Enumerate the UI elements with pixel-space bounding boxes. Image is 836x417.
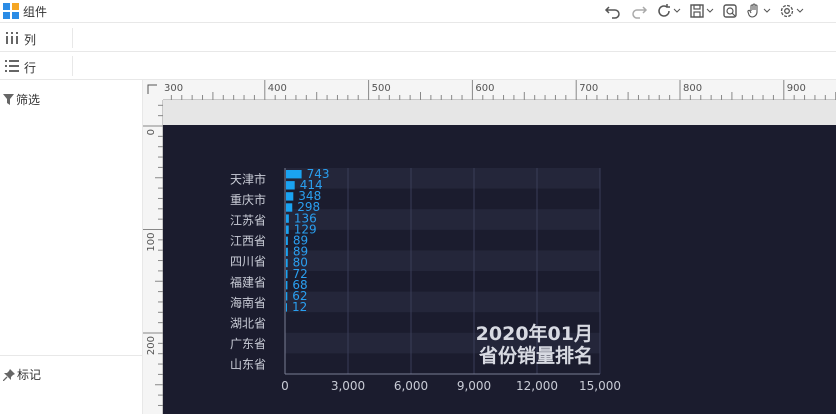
- settings-button[interactable]: [779, 1, 804, 21]
- horizontal-ruler: 300 400 500 600 700 800 900: [163, 80, 836, 100]
- x-tick-label: 0: [281, 379, 289, 393]
- settings-icon: [780, 4, 794, 18]
- category-label: 江苏省: [230, 214, 266, 228]
- x-tick-label: 9,000: [457, 379, 491, 393]
- x-tick-label: 12,000: [516, 379, 558, 393]
- h-ruler-label: 900: [787, 83, 806, 94]
- vertical-ruler: 0 100 200: [143, 100, 163, 414]
- row-band: [285, 209, 600, 230]
- filter-icon: [3, 94, 14, 105]
- category-label: 福建省: [230, 274, 266, 289]
- bar: [286, 214, 289, 223]
- preview-button[interactable]: [722, 1, 738, 21]
- bar: [286, 247, 288, 257]
- rows-icon: [5, 60, 19, 72]
- bar: [286, 192, 294, 201]
- category-label: 重庆市: [230, 192, 266, 207]
- bar: [286, 281, 288, 290]
- canvas-area: 300 400 500 600 700 800 900 0 100 200 0 3,000 6,00…: [143, 80, 836, 414]
- chart-title-line: 2020年01月: [476, 322, 593, 345]
- component-logo-icon: [3, 3, 19, 19]
- redo-icon: [632, 6, 648, 19]
- chevron-down-icon: [763, 8, 771, 13]
- bar: [286, 203, 293, 212]
- chevron-down-icon: [706, 8, 714, 13]
- bar: [286, 236, 288, 245]
- x-tick-label: 3,000: [331, 379, 365, 393]
- columns-icon: [6, 32, 18, 44]
- v-ruler-label: 0: [146, 129, 157, 135]
- bar: [286, 269, 288, 279]
- save-icon: [690, 4, 704, 18]
- columns-shelf[interactable]: 列: [0, 24, 836, 52]
- bar: [286, 225, 289, 234]
- bar-chart: 0 3,000 6,000 9,000 12,000 15,000 天津市重庆市江苏省江西省…: [230, 167, 621, 393]
- refresh-icon: [658, 4, 670, 17]
- h-ruler-label: 700: [579, 83, 598, 94]
- row-band: [285, 168, 600, 189]
- rows-shelf[interactable]: 行: [0, 52, 836, 80]
- category-label: 广东省: [230, 337, 266, 351]
- category-label: 四川省: [230, 255, 266, 269]
- preview-icon: [723, 4, 737, 18]
- top-toolbar: 组件: [0, 0, 836, 23]
- hand-tool-button[interactable]: [746, 1, 771, 21]
- category-label: 天津市: [230, 171, 266, 186]
- redo-button[interactable]: [630, 1, 648, 21]
- rows-label: 行: [24, 61, 37, 75]
- chart-title-line: 省份销量排名: [478, 344, 593, 367]
- bar: [286, 258, 288, 268]
- columns-divider: [72, 28, 73, 48]
- marker-label: 标记: [17, 368, 42, 382]
- chart-stage[interactable]: 0 3,000 6,000 9,000 12,000 15,000 天津市重庆市江苏省江西省…: [163, 125, 836, 414]
- rows-divider: [72, 56, 73, 76]
- v-ruler-label: 200: [146, 336, 157, 355]
- pin-icon: [3, 368, 15, 381]
- category-label: 海南省: [230, 295, 266, 310]
- component-title: 组件: [23, 5, 48, 19]
- h-ruler-label: 500: [372, 83, 391, 94]
- category-label: 山东省: [230, 358, 266, 372]
- bar: [286, 303, 287, 312]
- ruler-corner: [143, 80, 163, 100]
- toolbar-tools: [604, 1, 804, 21]
- x-tick-label: 6,000: [394, 379, 428, 393]
- undo-button[interactable]: [604, 1, 622, 21]
- refresh-button[interactable]: [656, 1, 681, 21]
- chevron-down-icon: [796, 8, 804, 13]
- bar: [286, 292, 288, 301]
- filter-label: 筛选: [16, 93, 41, 107]
- chevron-down-icon: [673, 8, 681, 13]
- bar: [286, 181, 295, 190]
- v-ruler-label: 100: [146, 233, 157, 252]
- hand-icon: [747, 3, 758, 18]
- bar-value-label: 12: [292, 300, 307, 314]
- left-panel: 筛选 标记: [0, 80, 143, 414]
- h-ruler-label: 400: [268, 83, 287, 94]
- category-label: 湖北省: [230, 316, 266, 331]
- save-button[interactable]: [689, 1, 714, 21]
- category-label: 江西省: [230, 234, 266, 248]
- filter-section[interactable]: 筛选: [3, 91, 40, 108]
- h-ruler-label: 300: [164, 83, 183, 94]
- undo-icon: [604, 6, 620, 19]
- h-ruler-label: 600: [475, 83, 494, 94]
- x-tick-label: 15,000: [579, 379, 621, 393]
- row-band: [285, 250, 600, 271]
- row-band: [285, 291, 600, 313]
- h-ruler-label: 800: [683, 83, 702, 94]
- marker-section[interactable]: 标记: [0, 355, 142, 383]
- columns-label: 列: [24, 33, 37, 47]
